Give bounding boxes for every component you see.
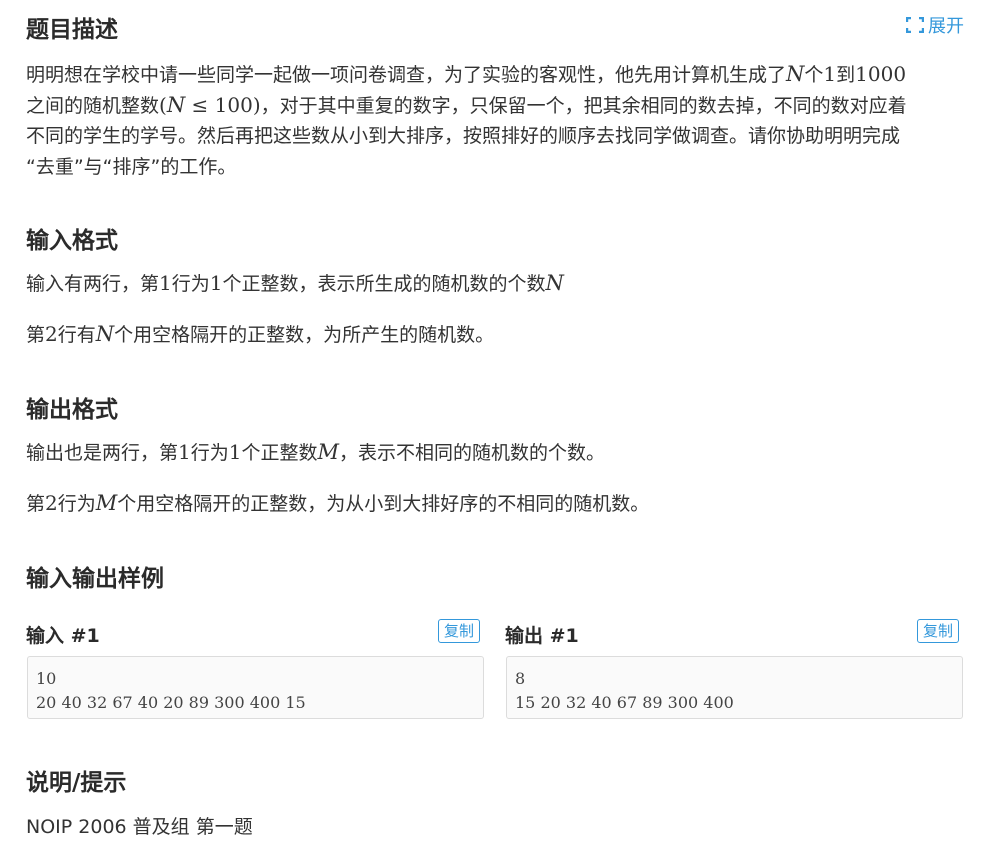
- samples-title: 输入输出样例: [26, 566, 164, 592]
- sample-output-box: 8 15 20 32 40 67 89 300 400: [506, 656, 963, 719]
- sample-input-label: 输入 #1: [26, 625, 100, 647]
- input-format-line-1: 输入有两行，第1行为1个正整数，表示所生成的随机数的个数N: [26, 271, 564, 295]
- sample-output-label: 输出 #1: [505, 625, 579, 647]
- copy-output-button[interactable]: 复制: [917, 619, 960, 643]
- output-format-line-1: 输出也是两行，第1行为1个正整数M，表示不相同的随机数的个数。: [26, 440, 606, 464]
- sample-input-box: 10 20 40 32 67 40 20 89 300 400 15: [27, 656, 484, 719]
- description-line-4: “去重”与“排序”的工作。: [26, 156, 237, 178]
- hint-title: 说明/提示: [26, 770, 127, 796]
- input-format-line-2: 第2行有N个用空格隔开的正整数，为所产生的随机数。: [26, 322, 495, 346]
- expand-label: 展开: [928, 16, 964, 37]
- expand-icon: [906, 17, 924, 33]
- description-line-1: 明明想在学校中请一些同学一起做一项问卷调查，为了实验的客观性，他先用计算机生成了…: [26, 62, 907, 86]
- expand-button[interactable]: 展开: [906, 12, 964, 38]
- problem-page: 题目描述 展开 明明想在学校中请一些同学一起做一项问卷调查，为了实验的客观性，他…: [0, 0, 994, 853]
- problem-description-title: 题目描述: [26, 17, 118, 43]
- output-format-title: 输出格式: [26, 397, 118, 423]
- input-format-title: 输入格式: [26, 228, 118, 254]
- hint-text: NOIP 2006 普及组 第一题: [26, 816, 253, 838]
- output-format-line-2: 第2行为M个用空格隔开的正整数，为从小到大排好序的不相同的随机数。: [26, 491, 650, 515]
- copy-input-button[interactable]: 复制: [438, 619, 481, 643]
- description-line-3: 不同的学生的学号。然后再把这些数从小到大排序，按照排好的顺序去找同学做调查。请你…: [26, 125, 901, 147]
- description-line-2: 之间的随机整数(N ≤ 100)，对于其中重复的数字，只保留一个，把其余相同的数…: [26, 93, 907, 117]
